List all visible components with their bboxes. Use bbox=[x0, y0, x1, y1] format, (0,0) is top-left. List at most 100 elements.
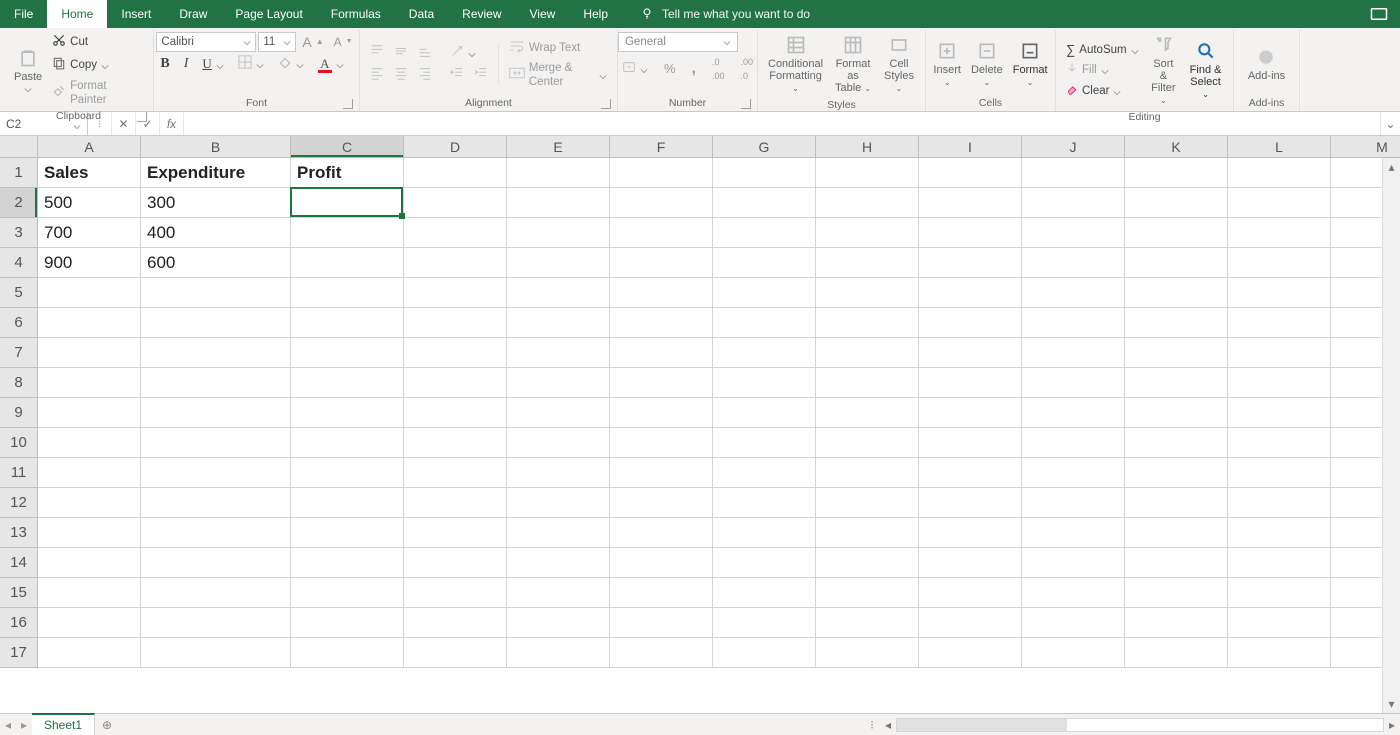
cell[interactable] bbox=[713, 188, 816, 218]
cell[interactable] bbox=[1228, 428, 1331, 458]
cell[interactable] bbox=[38, 578, 141, 608]
cell[interactable] bbox=[919, 218, 1022, 248]
column-header[interactable]: H bbox=[816, 136, 919, 158]
column-header[interactable]: A bbox=[38, 136, 141, 158]
cell[interactable] bbox=[1125, 158, 1228, 188]
cell[interactable] bbox=[1022, 578, 1125, 608]
cell[interactable] bbox=[1228, 608, 1331, 638]
vertical-scrollbar[interactable]: ▴ ▾ bbox=[1382, 158, 1400, 713]
cell[interactable] bbox=[816, 458, 919, 488]
decrease-decimal-button[interactable]: .00.0 bbox=[737, 54, 758, 84]
cell[interactable] bbox=[404, 338, 507, 368]
cell[interactable] bbox=[507, 488, 610, 518]
cell[interactable] bbox=[1125, 188, 1228, 218]
row-header[interactable]: 1 bbox=[0, 158, 38, 188]
cell[interactable] bbox=[404, 488, 507, 518]
cell[interactable] bbox=[291, 248, 404, 278]
comma-button[interactable]: , bbox=[688, 61, 700, 77]
cell[interactable] bbox=[1228, 548, 1331, 578]
cell[interactable] bbox=[610, 638, 713, 668]
cell[interactable] bbox=[291, 638, 404, 668]
cell[interactable] bbox=[38, 428, 141, 458]
cell[interactable] bbox=[816, 488, 919, 518]
cell[interactable] bbox=[1228, 368, 1331, 398]
cell[interactable] bbox=[1228, 188, 1331, 218]
cell[interactable] bbox=[1125, 518, 1228, 548]
row-header[interactable]: 7 bbox=[0, 338, 38, 368]
cell[interactable] bbox=[610, 458, 713, 488]
cell[interactable] bbox=[1228, 248, 1331, 278]
cell[interactable] bbox=[1125, 488, 1228, 518]
cell[interactable] bbox=[816, 188, 919, 218]
cell[interactable] bbox=[291, 398, 404, 428]
column-header[interactable]: B bbox=[141, 136, 291, 158]
row-header[interactable]: 13 bbox=[0, 518, 38, 548]
cell[interactable] bbox=[1022, 518, 1125, 548]
cell[interactable] bbox=[610, 578, 713, 608]
column-header[interactable]: G bbox=[713, 136, 816, 158]
font-size-dropdown[interactable]: 11 bbox=[258, 32, 296, 52]
tab-view[interactable]: View bbox=[516, 0, 570, 28]
row-header[interactable]: 17 bbox=[0, 638, 38, 668]
underline-button[interactable]: U bbox=[198, 56, 227, 72]
cell[interactable] bbox=[404, 188, 507, 218]
cell[interactable] bbox=[404, 248, 507, 278]
cell[interactable] bbox=[291, 518, 404, 548]
column-header[interactable]: M bbox=[1331, 136, 1400, 158]
row-header[interactable]: 8 bbox=[0, 368, 38, 398]
cell[interactable] bbox=[919, 488, 1022, 518]
paste-button[interactable]: Paste bbox=[10, 45, 46, 95]
align-bottom-button[interactable] bbox=[414, 43, 436, 63]
find-select-button[interactable]: Find &Select ⌄ bbox=[1184, 38, 1227, 103]
cell[interactable] bbox=[816, 638, 919, 668]
tab-file[interactable]: File bbox=[0, 0, 47, 28]
row-header[interactable]: 3 bbox=[0, 218, 38, 248]
sheet-nav-next-icon[interactable]: ▸ bbox=[16, 714, 32, 735]
cell[interactable] bbox=[816, 518, 919, 548]
cell[interactable] bbox=[610, 608, 713, 638]
cell[interactable] bbox=[713, 518, 816, 548]
tab-help[interactable]: Help bbox=[569, 0, 622, 28]
cell[interactable] bbox=[507, 428, 610, 458]
cell[interactable] bbox=[713, 608, 816, 638]
cell[interactable] bbox=[1228, 278, 1331, 308]
column-header[interactable]: E bbox=[507, 136, 610, 158]
cell[interactable] bbox=[713, 428, 816, 458]
cell[interactable] bbox=[1125, 278, 1228, 308]
column-header[interactable]: I bbox=[919, 136, 1022, 158]
cell[interactable] bbox=[404, 368, 507, 398]
cell[interactable] bbox=[141, 398, 291, 428]
cell[interactable] bbox=[141, 338, 291, 368]
cell[interactable] bbox=[610, 428, 713, 458]
tab-draw[interactable]: Draw bbox=[165, 0, 221, 28]
cell[interactable] bbox=[291, 218, 404, 248]
format-painter-button[interactable]: Format Painter bbox=[48, 78, 147, 108]
column-header[interactable]: J bbox=[1022, 136, 1125, 158]
tab-data[interactable]: Data bbox=[395, 0, 448, 28]
fill-color-button[interactable] bbox=[274, 54, 308, 74]
cell[interactable] bbox=[507, 158, 610, 188]
cell[interactable] bbox=[713, 398, 816, 428]
cell[interactable] bbox=[1228, 578, 1331, 608]
conditional-formatting-button[interactable]: ConditionalFormatting ⌄ bbox=[764, 32, 827, 97]
cell[interactable] bbox=[713, 218, 816, 248]
decrease-font-button[interactable]: A▼ bbox=[330, 34, 357, 50]
cell[interactable] bbox=[141, 488, 291, 518]
cell[interactable] bbox=[713, 638, 816, 668]
cell[interactable] bbox=[507, 398, 610, 428]
cell[interactable] bbox=[507, 368, 610, 398]
cell[interactable] bbox=[1022, 188, 1125, 218]
cell[interactable] bbox=[507, 518, 610, 548]
cell[interactable] bbox=[291, 608, 404, 638]
cell[interactable] bbox=[404, 548, 507, 578]
cell[interactable] bbox=[291, 368, 404, 398]
cell[interactable] bbox=[291, 308, 404, 338]
cell[interactable] bbox=[610, 338, 713, 368]
cell[interactable] bbox=[38, 488, 141, 518]
cell[interactable] bbox=[141, 428, 291, 458]
row-header[interactable]: 9 bbox=[0, 398, 38, 428]
cell[interactable] bbox=[141, 548, 291, 578]
cell[interactable] bbox=[38, 338, 141, 368]
select-all-corner[interactable] bbox=[0, 136, 38, 158]
cell[interactable] bbox=[291, 188, 404, 218]
